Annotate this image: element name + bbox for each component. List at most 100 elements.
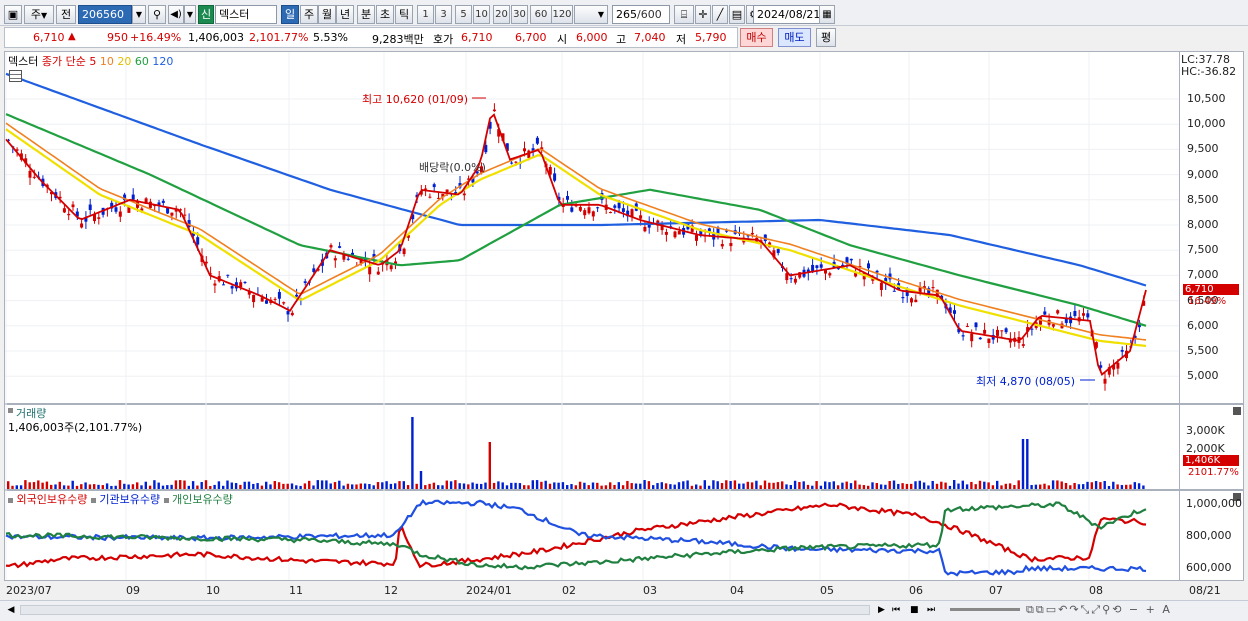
volume-bar (815, 481, 818, 489)
volume-bar (32, 482, 36, 489)
holdings-legend: 외국인보유수량 기관보유수량 개인보유수량 (8, 491, 233, 507)
volume-bar (789, 485, 792, 489)
volume-bar (514, 482, 517, 489)
candle-body (1056, 310, 1060, 314)
foreign-holdings-line (5, 502, 1147, 569)
scrollbar-track[interactable] (20, 605, 870, 615)
volume-bar (742, 483, 745, 489)
volume-bar (604, 485, 608, 489)
volume-bar (140, 485, 143, 489)
volume-bar (1069, 485, 1072, 489)
candle-body (621, 208, 625, 212)
candle-body (729, 242, 733, 247)
volume-bar (75, 485, 79, 489)
candle-body (222, 284, 225, 286)
volume-bar (974, 484, 977, 489)
volume-bar (204, 480, 208, 489)
x-axis-label: 12 (384, 584, 398, 597)
candle-body (1030, 328, 1034, 330)
volume-bar (712, 480, 715, 489)
last-button[interactable]: ⏭ (927, 603, 941, 617)
volume-bar (527, 485, 530, 489)
candle-body (183, 214, 187, 216)
candle-body (243, 281, 247, 283)
candle-body (523, 148, 526, 152)
volume-bar (566, 485, 569, 489)
volume-bar (1013, 485, 1016, 489)
volume-bar (501, 482, 504, 489)
volume-bar (475, 483, 479, 489)
scroll-right-button[interactable]: ▶ (878, 603, 890, 617)
candle-body (170, 212, 174, 216)
price-ytick: 10,500 (1187, 92, 1226, 105)
volume-bar (183, 480, 186, 489)
zoom-slider[interactable] (950, 608, 1020, 611)
x-axis-label: 08 (1089, 584, 1103, 597)
volume-bar (308, 480, 311, 489)
volume-bar (677, 482, 681, 489)
x-axis-label: 10 (206, 584, 220, 597)
candle-body (338, 246, 342, 248)
volume-bar (101, 485, 104, 489)
table-icon[interactable] (9, 70, 22, 82)
volume-bar (50, 484, 53, 489)
candle-body (432, 184, 436, 188)
volume-bar (93, 484, 96, 489)
volume-bar (596, 482, 599, 489)
price-ytick: 10,000 (1187, 117, 1226, 131)
candle-body (196, 237, 200, 245)
volume-bar (905, 483, 909, 489)
candle-body (424, 188, 428, 190)
panel-collapse-icon[interactable] (1233, 407, 1241, 415)
volume-bar (858, 484, 861, 489)
volume-bar (273, 480, 276, 489)
price-ytick: 7,000 (1187, 268, 1219, 282)
candle-body (389, 265, 393, 270)
volume-bar (1099, 482, 1102, 489)
volume-bar (987, 482, 990, 489)
candle-body (239, 282, 243, 288)
volume-bar (359, 483, 362, 489)
tool-icons[interactable]: ⧉⧉▭↶↷⤡⤢⚲⟲ − + A (1026, 603, 1172, 617)
volume-bar (445, 480, 448, 489)
volume-bar (1000, 485, 1003, 489)
candle-body (1103, 378, 1107, 384)
stop-button[interactable]: ■ (910, 603, 924, 617)
volume-bar (832, 481, 835, 489)
volume-bar (505, 485, 509, 489)
volume-bar (854, 480, 857, 489)
holdings-ytick-600000: 600,000 (1186, 561, 1232, 574)
x-axis-label: 07 (989, 584, 1003, 597)
volume-bar (54, 484, 57, 489)
volume-bar (518, 483, 522, 489)
volume-bar (123, 483, 126, 489)
volume-bar (437, 485, 440, 489)
volume-bar (755, 480, 758, 489)
volume-bar (144, 481, 147, 489)
volume-bar (441, 485, 444, 489)
candle-body (793, 278, 797, 283)
volume-bar (363, 483, 367, 489)
volume-bar (819, 485, 823, 489)
volume-bar (660, 482, 663, 489)
volume-bar (944, 482, 947, 489)
volume-bar (750, 482, 754, 489)
volume-bar (71, 480, 74, 489)
volume-bar (200, 482, 203, 489)
candle-body (578, 206, 582, 211)
volume-bar (67, 485, 70, 489)
candle-body (639, 215, 643, 219)
volume-bar (1056, 480, 1059, 489)
volume-bar (1051, 480, 1055, 489)
scroll-left-button[interactable]: ◀ (4, 603, 18, 617)
candle-body (970, 333, 974, 342)
hc-label: HC:-36.82 (1181, 65, 1237, 78)
volume-bar (419, 471, 423, 489)
volume-bar (901, 483, 904, 489)
first-button[interactable]: ⏮ (892, 603, 906, 617)
volume-bar (849, 483, 853, 489)
volume-bar (656, 483, 659, 489)
candle-body (230, 286, 234, 289)
price-ytick: 5,500 (1187, 344, 1219, 357)
volume-bar (454, 480, 457, 489)
